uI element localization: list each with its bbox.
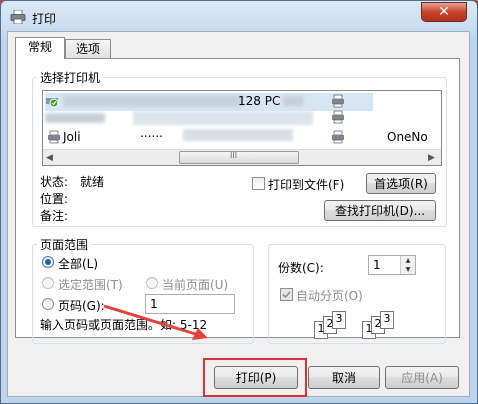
collate-illustration: 1 2 3 <box>314 311 364 341</box>
blurred-region <box>283 96 303 106</box>
status-label: 状态: <box>40 175 69 189</box>
select-printer-legend: 选择打印机 <box>37 69 104 86</box>
printer-item-label: 128 PC <box>238 94 281 108</box>
comment-label: 备注: <box>40 209 69 223</box>
collate-checkbox[interactable] <box>280 288 293 301</box>
printer-item-dots: ...... <box>140 126 163 140</box>
printer-item-label: OneNo <box>387 130 428 144</box>
printer-icon <box>331 94 345 108</box>
highlight-box <box>203 358 307 397</box>
copies-stepper[interactable]: ▲ ▼ <box>400 256 415 274</box>
radio-all[interactable] <box>42 256 54 268</box>
preferences-button[interactable]: 首选项(R) <box>366 173 436 194</box>
printer-icon <box>10 9 26 25</box>
collate-illustration: 1 2 3 <box>362 311 412 341</box>
tab-options[interactable]: 选项 <box>65 39 111 59</box>
printer-icon <box>331 110 345 124</box>
radio-selection[interactable] <box>42 277 54 289</box>
radio-all-label: 全部(L) <box>58 257 99 271</box>
scroll-left-icon[interactable]: ◀ <box>46 153 53 163</box>
printer-icon <box>331 130 345 144</box>
blurred-region <box>183 129 293 141</box>
status-value: 就绪 <box>80 175 105 189</box>
annotation-arrow <box>103 304 208 340</box>
scrollbar-thumb[interactable]: III <box>179 151 299 164</box>
printer-list[interactable]: 128 PC Joli ...... OneNo ◀ III ▶ <box>42 90 442 166</box>
page-range-legend: 页面范围 <box>37 236 92 253</box>
find-printer-button[interactable]: 查找打印机(D)... <box>324 200 436 221</box>
radio-current-page-label: 当前页面(U) <box>162 278 229 292</box>
printer-item-label: Joli <box>63 130 81 144</box>
blurred-region <box>133 111 313 125</box>
radio-current-page[interactable] <box>146 277 158 289</box>
close-button[interactable]: ✕ <box>421 2 467 22</box>
scroll-right-icon[interactable]: ▶ <box>428 153 435 163</box>
radio-pages-label: 页码(G): <box>58 299 105 313</box>
print-to-file-checkbox[interactable] <box>252 177 265 190</box>
location-label: 位置: <box>40 192 69 206</box>
collate-label: 自动分页(O) <box>296 289 363 303</box>
title-bar[interactable]: 打印 <box>2 2 476 32</box>
radio-pages[interactable] <box>42 298 54 310</box>
print-to-file-label: 打印到文件(F) <box>268 178 345 192</box>
copies-label: 份数(C): <box>278 261 324 275</box>
scrollbar-grip: III <box>230 151 238 160</box>
radio-selection-label: 选定范围(T) <box>58 278 123 292</box>
horizontal-scrollbar[interactable]: ◀ III ▶ <box>43 149 441 165</box>
radio-selected-dot <box>45 259 51 265</box>
apply-button[interactable]: 应用(A) <box>385 366 459 389</box>
tab-general[interactable]: 常规 <box>15 37 65 59</box>
window-title: 打印 <box>32 12 57 26</box>
cancel-button[interactable]: 取消 <box>308 366 380 389</box>
blurred-region <box>45 113 105 123</box>
blurred-printer-name <box>63 95 243 107</box>
printer-default-icon <box>45 94 59 108</box>
printer-icon <box>47 130 61 144</box>
